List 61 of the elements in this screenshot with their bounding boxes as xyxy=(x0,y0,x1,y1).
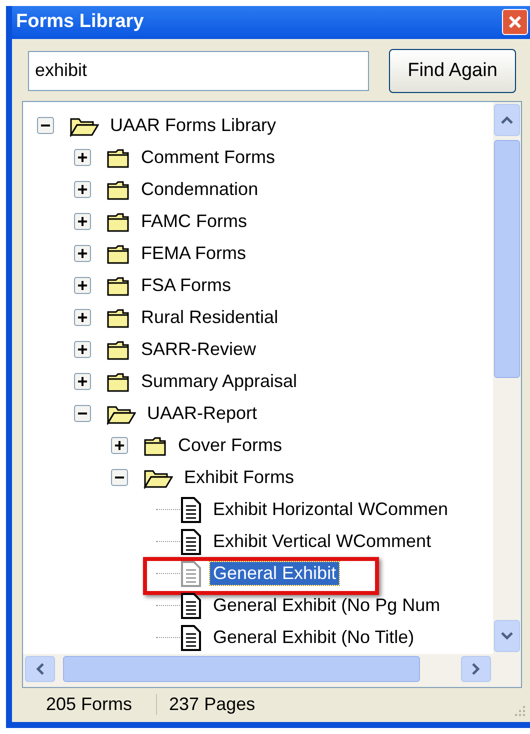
tree-item[interactable]: SARR-Review xyxy=(138,338,260,362)
vertical-scrollbar[interactable] xyxy=(493,102,521,654)
status-text: 205 Forms xyxy=(12,694,158,716)
window-title: Forms Library xyxy=(16,11,144,34)
expand-icon[interactable] xyxy=(111,437,128,454)
tree-item[interactable]: Rural Residential xyxy=(138,306,282,330)
tree-item[interactable]: Summary Appraisal xyxy=(138,370,300,394)
folder-icon xyxy=(106,370,130,393)
chevron-left-icon xyxy=(35,662,45,676)
tree-item[interactable]: FAMC Forms xyxy=(138,210,250,234)
expand-icon[interactable] xyxy=(74,309,91,326)
document-icon xyxy=(180,624,202,651)
tree-item[interactable]: FEMA Forms xyxy=(138,242,250,266)
folder-icon xyxy=(143,434,167,457)
collapse-icon[interactable] xyxy=(74,405,91,422)
scroll-left-button[interactable] xyxy=(25,656,55,682)
chevron-right-icon xyxy=(471,662,481,676)
horizontal-scrollbar[interactable] xyxy=(22,654,522,688)
scroll-up-button[interactable] xyxy=(494,104,520,136)
tree-item[interactable]: Exhibit Forms xyxy=(181,466,298,490)
expand-icon[interactable] xyxy=(74,181,91,198)
scroll-thumb[interactable] xyxy=(494,140,520,378)
scroll-down-button[interactable] xyxy=(494,620,520,652)
tree-item[interactable]: Exhibit Vertical WComment xyxy=(210,530,434,554)
document-icon xyxy=(180,592,202,619)
expand-icon[interactable] xyxy=(74,341,91,358)
expand-icon[interactable] xyxy=(74,213,91,230)
folder-icon xyxy=(106,274,130,297)
tree-item[interactable]: Cover Forms xyxy=(175,434,286,458)
folder-icon xyxy=(106,178,130,201)
tree-item[interactable]: General Exhibit xyxy=(210,562,340,586)
find-again-button[interactable]: Find Again xyxy=(389,48,516,93)
search-field[interactable]: exhibit xyxy=(28,50,369,91)
document-icon xyxy=(180,528,202,555)
tree-item[interactable]: UAAR-Report xyxy=(144,402,260,426)
scroll-thumb[interactable] xyxy=(63,656,420,682)
scroll-right-button[interactable] xyxy=(461,656,491,682)
tree-item[interactable]: General Exhibit (No Pg Num xyxy=(210,594,444,618)
folder-icon xyxy=(106,338,130,361)
tree-item[interactable]: Comment Forms xyxy=(138,146,278,170)
document-icon xyxy=(180,496,202,523)
folder-icon xyxy=(106,306,130,329)
expand-icon[interactable] xyxy=(74,373,91,390)
tree-item[interactable]: General Exhibit (No Title) xyxy=(210,626,418,650)
tree-item[interactable]: FSA Forms xyxy=(138,274,234,298)
chevron-up-icon xyxy=(500,114,514,125)
folder-icon xyxy=(106,210,130,233)
expand-icon[interactable] xyxy=(74,277,91,294)
folder-icon xyxy=(106,242,130,265)
collapse-icon[interactable] xyxy=(37,117,54,134)
folder-icon xyxy=(106,146,130,169)
tree-item[interactable]: Exhibit Horizontal WCommen xyxy=(210,498,452,522)
resize-grip-icon xyxy=(512,704,526,718)
collapse-icon[interactable] xyxy=(111,469,128,486)
tree-item[interactable]: UAAR Forms Library xyxy=(107,114,280,138)
expand-icon[interactable] xyxy=(74,245,91,262)
close-button[interactable] xyxy=(502,9,528,36)
status-text: 237 Pages xyxy=(168,694,256,716)
tree-item[interactable]: Condemnation xyxy=(138,178,262,202)
chevron-down-icon xyxy=(500,630,514,641)
expand-icon[interactable] xyxy=(74,149,91,166)
